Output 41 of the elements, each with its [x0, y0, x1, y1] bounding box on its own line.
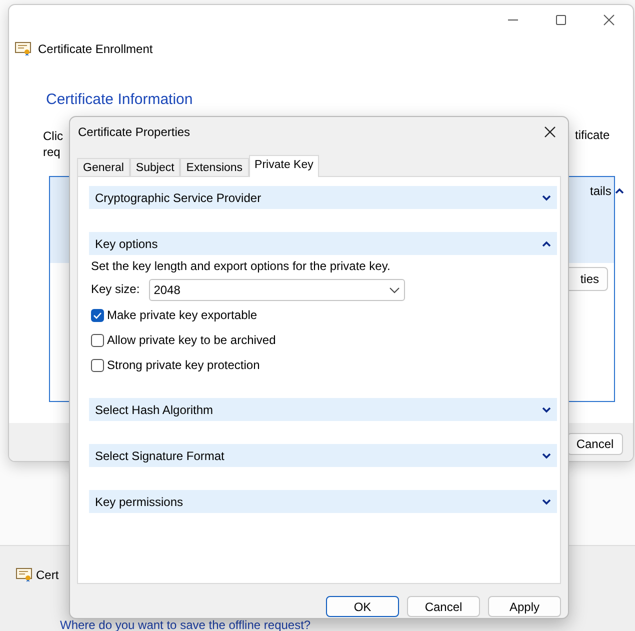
field-label: Key size: [91, 282, 140, 296]
tab[interactable]: Subject [130, 158, 180, 176]
tab[interactable]: Private Key [248, 155, 320, 177]
dropdown-icon [388, 286, 400, 294]
checkbox-label: Make private key exportable [107, 308, 258, 322]
checkbox[interactable] [91, 334, 104, 346]
section-header[interactable]: Key options [89, 232, 557, 255]
close-icon[interactable] [543, 125, 557, 139]
section-description: Set the key length and export options for the private key. [91, 258, 392, 274]
dialog-button[interactable]: Apply [488, 596, 561, 617]
certificate-icon [15, 42, 31, 56]
section-header[interactable]: Cryptographic Service Provider [89, 186, 557, 209]
section-title: Key permissions [95, 494, 184, 508]
tab[interactable]: Extensions [180, 158, 249, 176]
checkbox-label: Allow private key to be archived [107, 333, 276, 347]
section-title: Select Signature Format [95, 448, 224, 462]
cancel-button[interactable]: Cancel [567, 433, 623, 455]
section-title: Key options [95, 236, 158, 250]
intro-text: Clic [43, 128, 63, 144]
intro-text: tificate [575, 128, 610, 142]
page-heading: Certificate Information [46, 91, 193, 108]
key-size-dropdown[interactable]: 2048 [148, 279, 405, 301]
details-link[interactable]: tails [590, 184, 612, 198]
section-header[interactable]: Select Signature Format [89, 444, 557, 467]
dialog-button[interactable]: Cancel [407, 596, 480, 617]
section-header[interactable]: Key permissions [89, 490, 557, 513]
window-title: Certificate Enrollment [38, 42, 153, 56]
window-title: Cert [36, 568, 59, 582]
checkmark-icon [93, 312, 102, 318]
dialog-title: Certificate Properties [78, 125, 190, 139]
dialog-button[interactable]: OK [326, 596, 399, 617]
section-title: Select Hash Algorithm [95, 402, 214, 416]
chevron-up-icon [615, 188, 624, 194]
tab[interactable]: General [77, 158, 130, 176]
checkbox-label: Strong private key protection [107, 358, 260, 372]
section-title: Cryptographic Service Provider [95, 190, 262, 204]
checkbox[interactable] [91, 308, 104, 322]
certificate-icon [16, 568, 32, 582]
intro-text: req [43, 144, 62, 160]
section-header[interactable]: Select Hash Algorithm [89, 398, 557, 421]
checkbox[interactable] [91, 358, 104, 372]
